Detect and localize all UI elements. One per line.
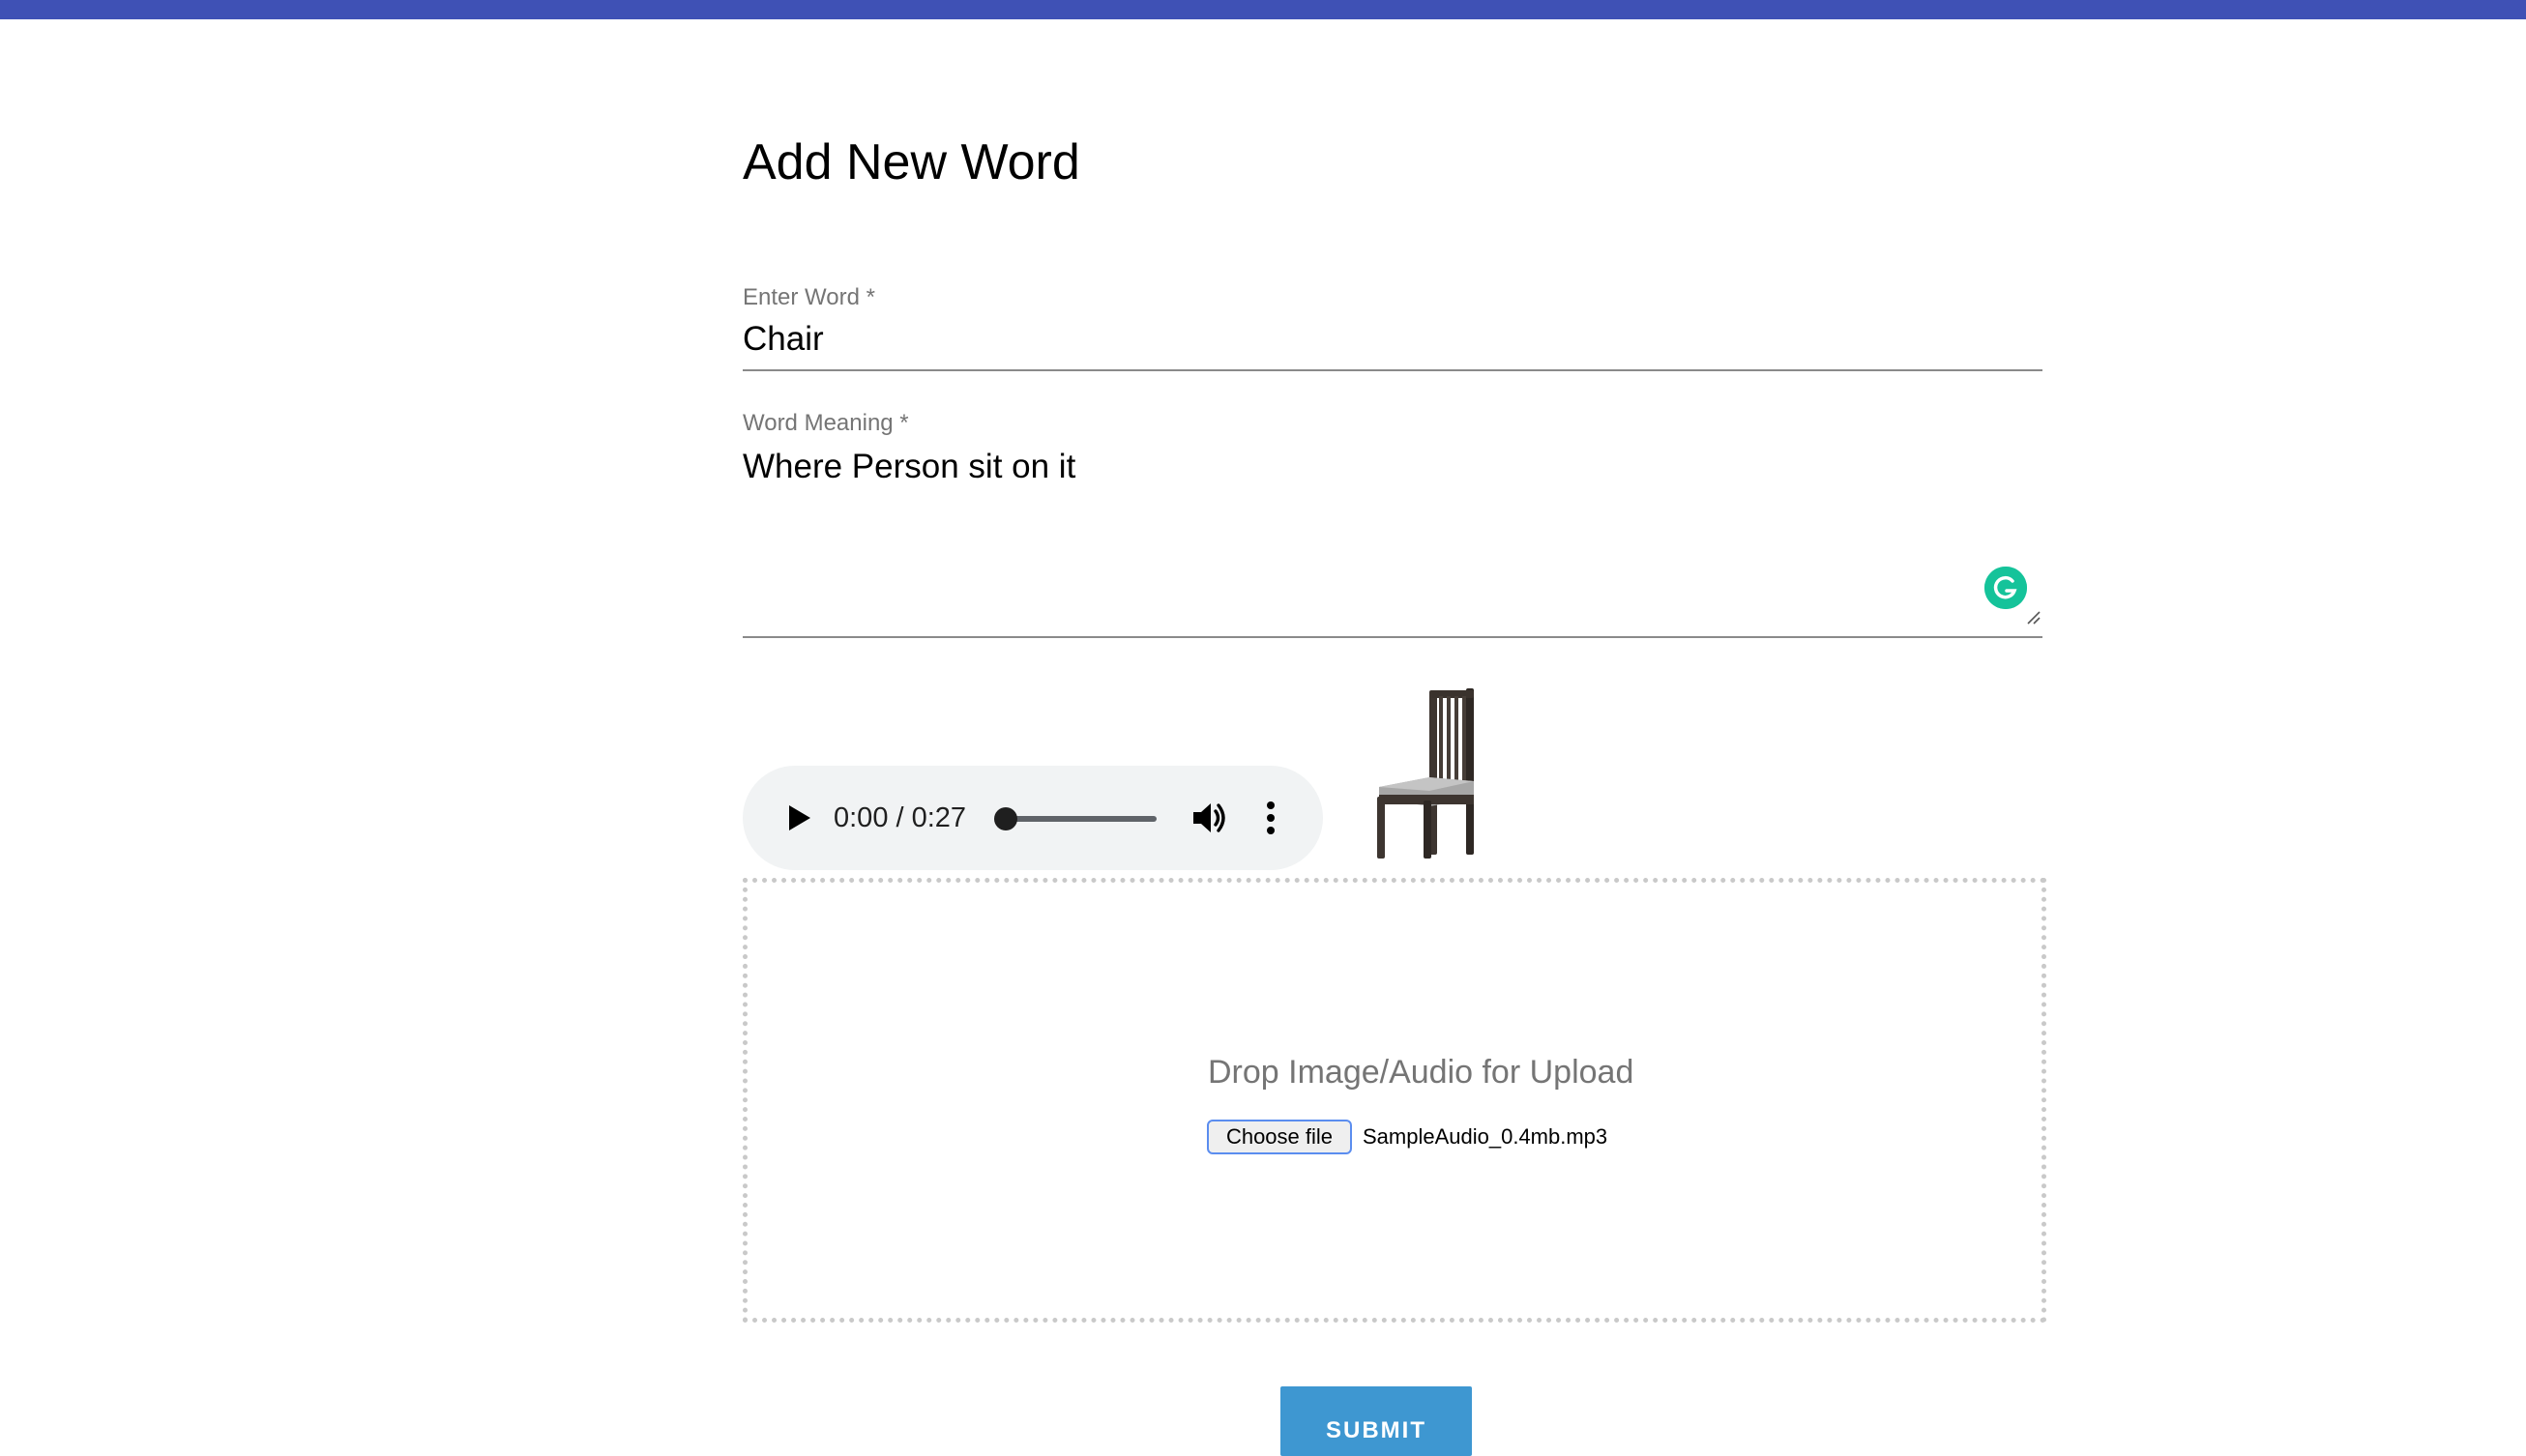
meaning-textarea[interactable]: Where Person sit on it [743,445,1075,489]
audio-seek-thumb[interactable] [994,807,1017,830]
word-field[interactable]: Enter Word * Chair [743,280,2042,371]
meaning-field-label: Word Meaning * [743,410,909,436]
resize-handle-icon[interactable] [2025,609,2041,625]
page-title: Add New Word [743,134,1080,190]
selected-file-name: SampleAudio_0.4mb.mp3 [1363,1124,1608,1149]
upload-dropzone[interactable]: Drop Image/Audio for Upload Choose file … [743,878,2046,1323]
word-field-label: Enter Word * [743,284,875,310]
meaning-field[interactable]: Word Meaning * Where Person sit on it [743,406,2042,638]
audio-time: 0:00 / 0:27 [834,802,967,833]
audio-seek-slider[interactable] [994,807,1157,830]
dropzone-prompt: Drop Image/Audio for Upload [1208,1054,1634,1091]
chair-image [1373,686,1485,860]
submit-button[interactable]: SUBMIT [1280,1386,1472,1456]
word-input[interactable]: Chair [743,317,824,362]
top-app-bar [0,0,2526,19]
more-vertical-icon[interactable] [1263,799,1278,837]
grammarly-icon[interactable] [1984,567,2027,609]
volume-icon[interactable] [1190,799,1228,837]
choose-file-button[interactable]: Choose file [1207,1120,1352,1154]
play-icon[interactable] [783,802,814,833]
audio-player[interactable]: 0:00 / 0:27 [743,766,1323,870]
